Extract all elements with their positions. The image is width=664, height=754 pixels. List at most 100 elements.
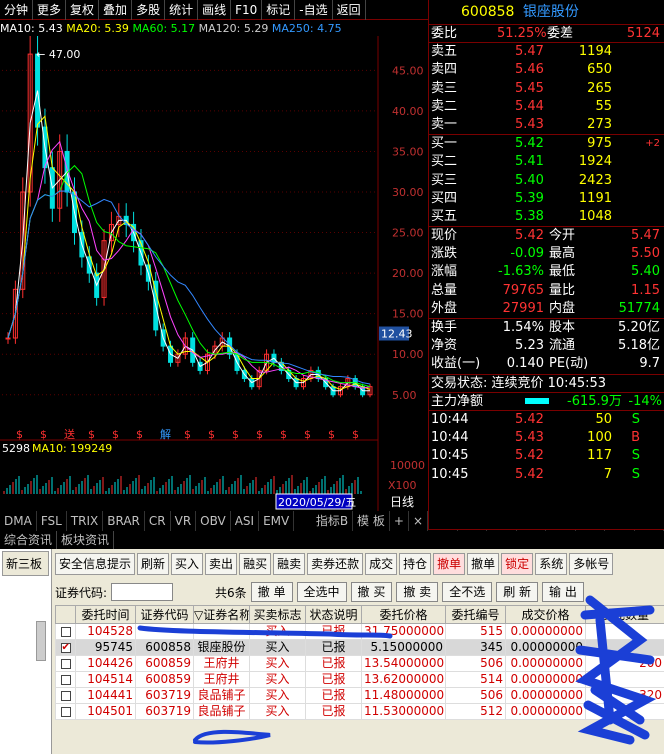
sell-orders: 卖五 5.47 1194 卖四 5.46 650 卖三 5.45 265 卖二 5.44 55 卖一 5.… bbox=[429, 42, 664, 134]
sec-button-4[interactable]: 全不选 bbox=[442, 582, 493, 602]
trade-button-0[interactable]: 安全信息提示 bbox=[55, 553, 136, 575]
trade-button-4[interactable]: 融买 bbox=[239, 553, 272, 575]
indicator-right-1[interactable]: 模 板 bbox=[353, 511, 390, 531]
table-row[interactable]: 104528 买入 已报 31.75000000 515 0.00000000 bbox=[55, 623, 664, 640]
orders-col-6[interactable]: 委托价格 bbox=[361, 605, 446, 624]
toolbar-item-3[interactable]: 叠加 bbox=[99, 0, 133, 20]
trade-button-10[interactable]: 撤单 bbox=[467, 553, 500, 575]
toolbar-item-8[interactable]: 标记 bbox=[262, 0, 296, 20]
table-row[interactable]: 95745600858银座股份买入已报5.150000003450.000000… bbox=[55, 639, 664, 656]
indicator-tab-emv[interactable]: EMV bbox=[259, 511, 295, 531]
trade-button-2[interactable]: 买入 bbox=[171, 553, 204, 575]
indicator-tab-dma[interactable]: DMA bbox=[0, 511, 37, 531]
row-checkbox-cell[interactable] bbox=[55, 623, 76, 640]
row-checkbox[interactable] bbox=[60, 641, 71, 655]
row-checkbox-cell[interactable] bbox=[55, 655, 76, 672]
weibi-label: 委比 bbox=[431, 26, 458, 41]
sec-button-3[interactable]: 撤 卖 bbox=[396, 582, 439, 602]
sec-button-6[interactable]: 输 出 bbox=[542, 582, 584, 602]
sec-button-2[interactable]: 撤 买 bbox=[350, 582, 393, 602]
indicator-right-2[interactable]: + bbox=[390, 511, 409, 531]
row-checkbox-cell[interactable] bbox=[55, 639, 76, 656]
buy-row-3-label: 买四 bbox=[431, 190, 458, 206]
ma-line-0 bbox=[7, 90, 370, 392]
cell-qty bbox=[585, 703, 664, 720]
row-checkbox[interactable] bbox=[60, 706, 71, 717]
indicator-right-0[interactable]: 指标B bbox=[312, 511, 354, 531]
trade-button-3[interactable]: 卖出 bbox=[205, 553, 238, 575]
event-marker: $ bbox=[136, 428, 143, 441]
nav-item-xinsanban[interactable]: 新三板 bbox=[2, 551, 49, 576]
ma-line-3 bbox=[7, 164, 371, 388]
stat-row-3: 总量 79765 量比 1.15 bbox=[429, 282, 664, 300]
orders-col-0[interactable] bbox=[55, 605, 76, 624]
sec-button-0[interactable]: 撤 单 bbox=[250, 582, 293, 602]
indicator-tab-obv[interactable]: OBV bbox=[196, 511, 231, 531]
indicator-right-3[interactable]: × bbox=[409, 511, 428, 531]
trade-button-9[interactable]: 撤单 bbox=[433, 553, 466, 575]
orders-col-8[interactable]: 成交价格 bbox=[505, 605, 586, 624]
indicator-tab-vr[interactable]: VR bbox=[171, 511, 197, 531]
toolbar-item-6[interactable]: 画线 bbox=[198, 0, 232, 20]
orders-col-1[interactable]: 委托时间 bbox=[75, 605, 136, 624]
indicator-tab-cr[interactable]: CR bbox=[145, 511, 171, 531]
cell-no: 506 bbox=[445, 687, 506, 704]
table-row[interactable]: 104514 600859 王府井 买入 已报 13.62000000 514 0.00000… bbox=[55, 671, 664, 688]
row-checkbox-cell[interactable] bbox=[55, 703, 76, 720]
indicator-tab-asi[interactable]: ASI bbox=[231, 511, 260, 531]
trade-button-12[interactable]: 系统 bbox=[535, 553, 568, 575]
trade-button-13[interactable]: 多帐号 bbox=[569, 553, 614, 575]
toolbar-item-0[interactable]: 分钟 bbox=[0, 0, 34, 20]
trade-button-5[interactable]: 融卖 bbox=[273, 553, 306, 575]
tab-news[interactable]: 综合资讯 bbox=[0, 531, 58, 549]
toolbar-item-7[interactable]: F10 bbox=[231, 0, 263, 20]
sec-button-1[interactable]: 全选中 bbox=[296, 582, 347, 602]
table-row[interactable]: 104426 600859 王府井 买入 已报 13.54000000 506 0.00000… bbox=[55, 655, 664, 672]
indicator-tab-trix[interactable]: TRIX bbox=[67, 511, 104, 531]
weibi-row: 委比 51.25% 委差 5124 bbox=[429, 24, 664, 42]
toolbar-item-10[interactable]: 返回 bbox=[333, 0, 366, 20]
orders-col-4[interactable]: 买卖标志 bbox=[249, 605, 306, 624]
stat-l1-3: 总量 bbox=[431, 282, 458, 298]
orders-col-3[interactable]: ▽证券名称 bbox=[193, 605, 250, 624]
orders-col-5[interactable]: 状态说明 bbox=[305, 605, 362, 624]
toolbar-item-2[interactable]: 复权 bbox=[66, 0, 100, 20]
tab-sector-news[interactable]: 板块资讯 bbox=[57, 531, 115, 549]
tick-vol-1: 100 bbox=[587, 430, 612, 446]
orders-header: 委托时间 证券代码 ▽证券名称 买卖标志 状态说明 委托价格 委托编号 成交价格 委托数量 bbox=[55, 605, 664, 624]
toolbar-item-9[interactable]: -自选 bbox=[295, 0, 333, 20]
row-checkbox[interactable] bbox=[60, 658, 71, 669]
trade-button-1[interactable]: 刷新 bbox=[137, 553, 170, 575]
table-row[interactable]: 104501 603719 良品铺子 买入 已报 11.53000000 512 0.0000… bbox=[55, 703, 664, 720]
row-checkbox-cell[interactable] bbox=[55, 671, 76, 688]
sec-button-5[interactable]: 刷 新 bbox=[496, 582, 539, 602]
toolbar-item-5[interactable]: 统计 bbox=[165, 0, 199, 20]
toolbar-item-4[interactable]: 多股 bbox=[132, 0, 166, 20]
trade-button-8[interactable]: 持仓 bbox=[399, 553, 432, 575]
indicator-tab-fsl[interactable]: FSL bbox=[37, 511, 67, 531]
nav-scrollbar[interactable] bbox=[36, 621, 46, 661]
trade-button-11[interactable]: 锁定 bbox=[501, 553, 534, 575]
row-checkbox[interactable] bbox=[60, 690, 71, 701]
orders-col-9[interactable]: 委托数量 bbox=[585, 605, 664, 624]
buy-row-1-vol: 1924 bbox=[578, 154, 612, 170]
cell-name bbox=[193, 623, 250, 640]
row-checkbox-cell[interactable] bbox=[55, 687, 76, 704]
kline-chart[interactable]: 45.00 40.00 35.00 30.00 25.00 20.00 15.00 10.00… bbox=[0, 31, 428, 525]
trade-button-6[interactable]: 卖券还款 bbox=[307, 553, 364, 575]
row-checkbox[interactable] bbox=[60, 674, 71, 685]
indicator-tab-brar[interactable]: BRAR bbox=[103, 511, 145, 531]
sell-row-3-label: 卖二 bbox=[431, 98, 458, 114]
stat-v1-4: 27991 bbox=[502, 300, 544, 316]
security-code-input[interactable] bbox=[111, 583, 174, 601]
trade-button-7[interactable]: 成交 bbox=[365, 553, 398, 575]
toolbar-item-1[interactable]: 更多 bbox=[33, 0, 67, 20]
cell-price: 11.53000000 bbox=[361, 703, 446, 720]
tick-price-3: 5.42 bbox=[515, 466, 544, 482]
cell-deal: 0.00000000 bbox=[505, 623, 586, 640]
orders-col-7[interactable]: 委托编号 bbox=[445, 605, 506, 624]
row-checkbox[interactable] bbox=[60, 626, 71, 637]
stock-code: 600858 bbox=[461, 4, 515, 20]
table-row[interactable]: 104441 603719 良品铺子 买入 已报 11.48000000 506 0.0000… bbox=[55, 687, 664, 704]
orders-col-2[interactable]: 证券代码 bbox=[135, 605, 194, 624]
